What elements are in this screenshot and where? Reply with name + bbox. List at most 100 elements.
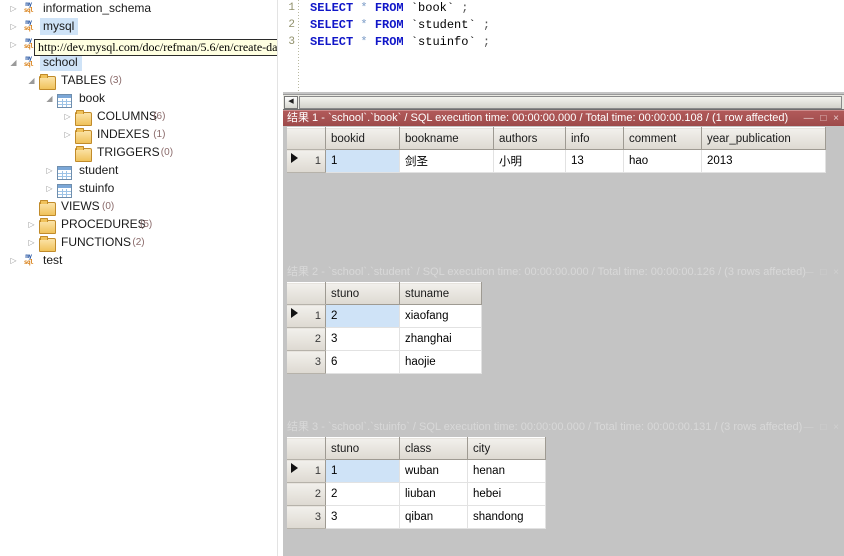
grid-cell[interactable]: 小明 <box>494 150 566 173</box>
tree-item-mysql[interactable]: ▷mysqlmysql <box>0 18 277 36</box>
tree-item-columns[interactable]: ▷COLUMNS(6) <box>0 108 277 126</box>
row-header[interactable]: 1 <box>287 460 326 483</box>
tree-item-test[interactable]: ▷mysqltest <box>0 252 277 270</box>
grid-cell[interactable]: xiaofang <box>400 305 482 328</box>
grid-cell[interactable]: 3 <box>326 328 400 351</box>
grid-cell[interactable]: henan <box>468 460 546 483</box>
row-header[interactable]: 1 <box>287 150 326 173</box>
chevron-right-icon[interactable]: ▷ <box>8 252 19 270</box>
table-row[interactable]: 36haojie <box>287 351 482 374</box>
column-header[interactable]: authors <box>494 128 566 150</box>
row-header[interactable]: 2 <box>287 483 326 506</box>
column-header[interactable]: bookid <box>326 128 400 150</box>
chevron-right-icon[interactable]: ▷ <box>26 234 37 252</box>
chevron-right-icon[interactable]: ▷ <box>8 18 19 36</box>
editor-horizontal-scrollbar[interactable]: ◀ <box>283 94 844 110</box>
column-header[interactable]: city <box>468 438 546 460</box>
row-header[interactable]: 1 <box>287 305 326 328</box>
table-row[interactable]: 22liubanhebei <box>287 483 546 506</box>
grid-cell[interactable]: 2 <box>326 483 400 506</box>
tree-item-triggers[interactable]: TRIGGERS(0) <box>0 144 277 162</box>
sql-token: FROM <box>375 18 404 32</box>
chevron-right-icon[interactable]: ▷ <box>8 0 19 18</box>
tree-item-tables[interactable]: ◢TABLES(3) <box>0 72 277 90</box>
table-row[interactable]: 11wubanhenan <box>287 460 546 483</box>
grid-cell[interactable]: liuban <box>400 483 468 506</box>
column-header[interactable]: stuname <box>400 283 482 305</box>
result-panel-2[interactable]: 结果 2 - `school`.`student` / SQL executio… <box>283 265 844 280</box>
chevron-right-icon[interactable]: ▷ <box>62 126 73 144</box>
result-panel-title[interactable]: 结果 3 - `school`.`stuinfo` / SQL executio… <box>283 420 844 435</box>
column-header[interactable]: stuno <box>326 438 400 460</box>
chevron-down-icon[interactable]: ◢ <box>8 54 19 72</box>
tree-item-indexes[interactable]: ▷INDEXES(1) <box>0 126 277 144</box>
grid-cell[interactable]: 1 <box>326 460 400 483</box>
column-header[interactable]: stuno <box>326 283 400 305</box>
scrollbar-thumb[interactable] <box>299 96 842 109</box>
scroll-left-button[interactable]: ◀ <box>284 96 298 109</box>
tree-item-information-schema[interactable]: ▷mysqlinformation_schema <box>0 0 277 18</box>
row-header[interactable]: 3 <box>287 351 326 374</box>
result-panel-title[interactable]: 结果 2 - `school`.`student` / SQL executio… <box>283 265 844 280</box>
chevron-right-icon[interactable]: ▷ <box>62 108 73 126</box>
row-header[interactable]: 2 <box>287 328 326 351</box>
result-panel-1[interactable]: 结果 1 - `school`.`book` / SQL execution t… <box>283 110 844 126</box>
tree-item-procedures[interactable]: ▷PROCEDURES(5) <box>0 216 277 234</box>
grid-cell[interactable]: qiban <box>400 506 468 529</box>
row-header[interactable]: 3 <box>287 506 326 529</box>
table-row[interactable]: 12xiaofang <box>287 305 482 328</box>
grid-cell[interactable]: 1 <box>326 150 400 173</box>
tree-item-student[interactable]: ▷student <box>0 162 277 180</box>
sql-editor[interactable]: 123 SELECT * FROM `book` ;SELECT * FROM … <box>283 0 844 92</box>
table-row[interactable]: 23zhanghai <box>287 328 482 351</box>
table-row[interactable]: 11剑圣小明13hao2013 <box>287 150 826 173</box>
column-header[interactable]: bookname <box>400 128 494 150</box>
result-panel-title[interactable]: 结果 1 - `school`.`book` / SQL execution t… <box>283 110 844 126</box>
tree-item-school[interactable]: ◢mysqlschool <box>0 54 277 72</box>
result-grid[interactable]: stunostuname12xiaofang23zhanghai36haojie <box>287 282 482 374</box>
grid-cell[interactable]: zhanghai <box>400 328 482 351</box>
result-grid[interactable]: bookidbooknameauthorsinfocommentyear_pub… <box>287 127 826 173</box>
result-grid[interactable]: stunoclasscity11wubanhenan22liubanhebei3… <box>287 437 546 529</box>
grid-corner-cell[interactable] <box>287 438 326 460</box>
grid-cell[interactable]: haojie <box>400 351 482 374</box>
chevron-right-icon[interactable]: ▷ <box>44 162 55 180</box>
grid-corner-cell[interactable] <box>287 283 326 305</box>
panel-window-buttons[interactable]: — □ × <box>804 265 841 280</box>
sql-line[interactable]: SELECT * FROM `student` ; <box>310 17 490 34</box>
result-grid-wrapper[interactable]: stunoclasscity11wubanhenan22liubanhebei3… <box>287 437 546 529</box>
chevron-right-icon[interactable]: ▷ <box>44 180 55 198</box>
grid-cell[interactable]: hebei <box>468 483 546 506</box>
column-header[interactable]: year_publication <box>702 128 826 150</box>
sql-line[interactable]: SELECT * FROM `stuinfo` ; <box>310 34 490 51</box>
grid-cell[interactable]: 3 <box>326 506 400 529</box>
chevron-down-icon[interactable]: ◢ <box>44 90 55 108</box>
result-panel-3[interactable]: 结果 3 - `school`.`stuinfo` / SQL executio… <box>283 420 844 435</box>
chevron-right-icon[interactable]: ▷ <box>26 216 37 234</box>
grid-corner-cell[interactable] <box>287 128 326 150</box>
grid-cell[interactable]: 2 <box>326 305 400 328</box>
grid-cell[interactable]: wuban <box>400 460 468 483</box>
sql-line[interactable]: SELECT * FROM `book` ; <box>310 0 468 17</box>
tree-item-book[interactable]: ◢book <box>0 90 277 108</box>
chevron-down-icon[interactable]: ◢ <box>26 72 37 90</box>
tree-item-functions[interactable]: ▷FUNCTIONS(2) <box>0 234 277 252</box>
column-header[interactable]: comment <box>624 128 702 150</box>
table-row[interactable]: 33qibanshandong <box>287 506 546 529</box>
result-grid-wrapper[interactable]: stunostuname12xiaofang23zhanghai36haojie <box>287 282 482 374</box>
chevron-right-icon[interactable]: ▷ <box>8 36 19 54</box>
column-header[interactable]: info <box>566 128 624 150</box>
grid-cell[interactable]: shandong <box>468 506 546 529</box>
grid-cell[interactable]: 剑圣 <box>400 150 494 173</box>
grid-cell[interactable]: 2013 <box>702 150 826 173</box>
panel-window-buttons[interactable]: — □ × <box>804 111 841 126</box>
tree-item-stuinfo[interactable]: ▷stuinfo <box>0 180 277 198</box>
column-header[interactable]: class <box>400 438 468 460</box>
grid-cell[interactable]: hao <box>624 150 702 173</box>
schema-navigator[interactable]: ▷mysqlinformation_schema▷mysqlmysql ▷mysq… <box>0 0 277 556</box>
grid-cell[interactable]: 13 <box>566 150 624 173</box>
tree-item-views[interactable]: VIEWS(0) <box>0 198 277 216</box>
grid-cell[interactable]: 6 <box>326 351 400 374</box>
panel-window-buttons[interactable]: — □ × <box>804 420 841 435</box>
result-grid-wrapper[interactable]: bookidbooknameauthorsinfocommentyear_pub… <box>287 127 826 173</box>
